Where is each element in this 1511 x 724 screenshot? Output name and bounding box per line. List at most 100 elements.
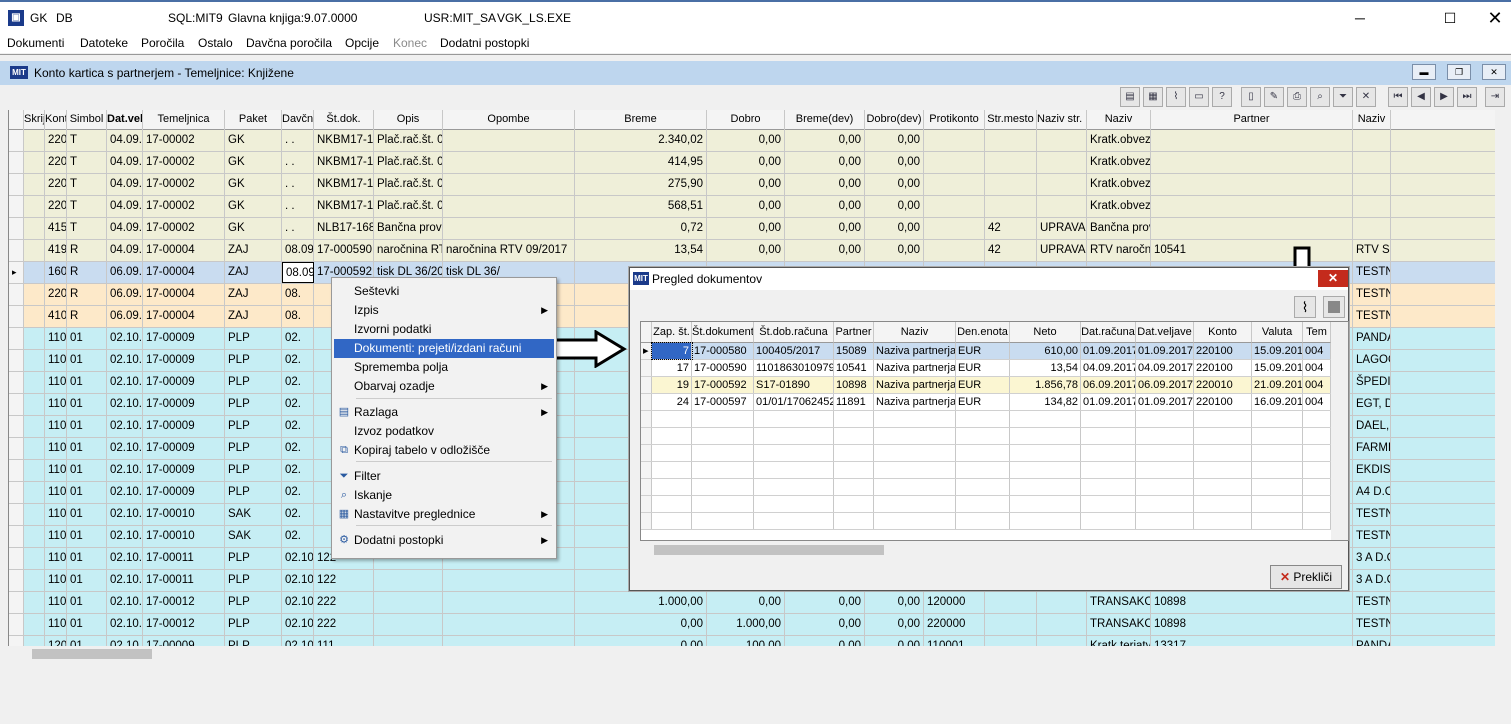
table-cell[interactable]: 01 [67,592,107,613]
dialog-table-cell[interactable]: 01.09.2017 [1081,394,1136,410]
table-cell[interactable]: 42 [985,240,1037,261]
grid-header-cell[interactable]: Konto [45,110,67,130]
dialog-table-cell[interactable] [641,462,652,478]
table-cell[interactable]: 0,00 [865,130,924,151]
dialog-table-cell[interactable] [956,445,1010,461]
table-cell[interactable]: ▸ [9,262,24,283]
table-cell[interactable] [1151,174,1353,195]
next-record-icon[interactable]: ▶ [1434,87,1454,107]
print-icon[interactable]: ⎙ [1287,87,1307,107]
dialog-table-cell[interactable] [1081,445,1136,461]
table-cell[interactable]: Bančna provizija [374,218,443,239]
table-cell[interactable]: Plač.rač.št. 00550 [374,196,443,217]
table-cell[interactable]: GK [225,196,282,217]
table-cell[interactable] [24,218,45,239]
table-cell[interactable]: 02. [282,394,314,415]
table-cell[interactable]: 220100 [45,152,67,173]
dialog-header-cell[interactable]: Konto [1194,322,1252,343]
dialog-table-cell[interactable] [834,445,874,461]
dialog-table-row[interactable]: ▸ 7 17-000580 100405/2017 15089 Naziva partne… [641,342,1341,360]
table-cell[interactable]: PLP [225,328,282,349]
table-cell[interactable] [443,614,575,635]
dialog-table-cell[interactable] [874,513,956,529]
dialog-table-cell[interactable]: Naziva partnerja [874,360,956,376]
table-cell[interactable]: 110001 [45,328,67,349]
table-cell[interactable] [9,416,24,437]
table-cell[interactable] [443,130,575,151]
table-cell[interactable]: 02.10.2017 [107,482,143,503]
context-menu-item[interactable]: ▦ Nastavitve preglednice ▶ [334,505,554,524]
table-cell[interactable] [24,130,45,151]
table-cell[interactable] [24,328,45,349]
table-cell[interactable]: Kratk.obvezn.do dobaviteljev v državi [1087,152,1151,173]
stop-icon[interactable] [1323,296,1345,318]
print-preview-icon[interactable]: ▤ [1120,87,1140,107]
table-cell[interactable] [24,262,45,283]
table-cell[interactable]: 02. [282,526,314,547]
table-cell[interactable]: 17-00011 [143,570,225,591]
table-cell[interactable]: 17-00009 [143,482,225,503]
table-cell[interactable]: 04.09.2017 [107,152,143,173]
table-cell[interactable] [1353,152,1391,173]
table-cell[interactable]: 17-00009 [143,438,225,459]
table-cell[interactable]: naročnina RTV 09/2017 [443,240,575,261]
table-cell[interactable]: 02.10.2017 [107,328,143,349]
dialog-table-cell[interactable] [1194,411,1252,427]
dialog-table-cell[interactable] [1010,411,1081,427]
table-cell[interactable]: 01 [67,636,107,646]
context-menu-item[interactable]: ▤ Razlaga ▶ [334,403,554,422]
dialog-table-row[interactable] [641,445,1341,462]
table-cell[interactable]: T [67,130,107,151]
table-cell[interactable]: 220100 [45,174,67,195]
dialog-table-cell[interactable] [641,394,652,410]
menu-konec[interactable]: Konec [393,36,427,50]
table-cell[interactable] [24,394,45,415]
dialog-table-cell[interactable] [956,462,1010,478]
dialog-table-cell[interactable] [652,445,692,461]
dialog-table-cell[interactable] [1010,479,1081,495]
exit-icon[interactable]: ⇥ [1485,87,1505,107]
table-cell[interactable] [1151,130,1353,151]
grid-header-cell[interactable]: Naziv [1353,110,1391,130]
grid-header-cell[interactable]: Simbol [67,110,107,130]
table-cell[interactable]: 0,00 [707,592,785,613]
table-cell[interactable]: 110001 [45,504,67,525]
table-cell[interactable]: 0,00 [785,130,865,151]
dialog-table-cell[interactable]: 01.09.2017 [1136,394,1194,410]
dialog-table-cell[interactable] [1194,462,1252,478]
table-cell[interactable]: 0,00 [865,152,924,173]
dialog-header-cell[interactable] [641,322,652,343]
table-cell[interactable] [24,174,45,195]
scroll-thumb[interactable] [32,649,152,659]
dialog-table-cell[interactable]: 13,54 [1010,360,1081,376]
table-cell[interactable]: TESTNO PODJETJE [1353,284,1391,305]
table-cell[interactable]: UPRAVA [1037,240,1087,261]
dialog-header-cell[interactable]: Dat.računa [1081,322,1136,343]
table-cell[interactable]: DAEL, D.O.O. [1353,416,1391,437]
dialog-table-cell[interactable] [1081,462,1136,478]
grid-header-cell[interactable]: Protikonto [924,110,985,130]
table-cell[interactable] [9,350,24,371]
dialog-table-cell[interactable] [1194,479,1252,495]
table-cell[interactable]: 0,00 [707,174,785,195]
dialog-table-cell[interactable]: 17 [652,360,692,376]
table-cell[interactable]: 02. [282,482,314,503]
table-cell[interactable]: 02.10.2017 [282,548,314,569]
table-cell[interactable]: R [67,306,107,327]
table-cell[interactable] [24,592,45,613]
dialog-table-row[interactable] [641,462,1341,479]
dialog-table-cell[interactable] [754,513,834,529]
dialog-scroll-thumb[interactable] [654,545,884,555]
table-cell[interactable] [443,592,575,613]
dialog-table-cell[interactable] [692,411,754,427]
table-cell[interactable]: PLP [225,350,282,371]
table-cell[interactable] [9,592,24,613]
dialog-table-cell[interactable] [1252,479,1303,495]
dialog-header-cell[interactable]: Zap. št. [652,322,692,343]
table-cell[interactable]: 110001 [45,614,67,635]
table-cell[interactable] [924,130,985,151]
table-cell[interactable] [9,504,24,525]
dialog-table-cell[interactable] [754,462,834,478]
table-cell[interactable]: 110001 [45,372,67,393]
dialog-table-cell[interactable] [874,445,956,461]
